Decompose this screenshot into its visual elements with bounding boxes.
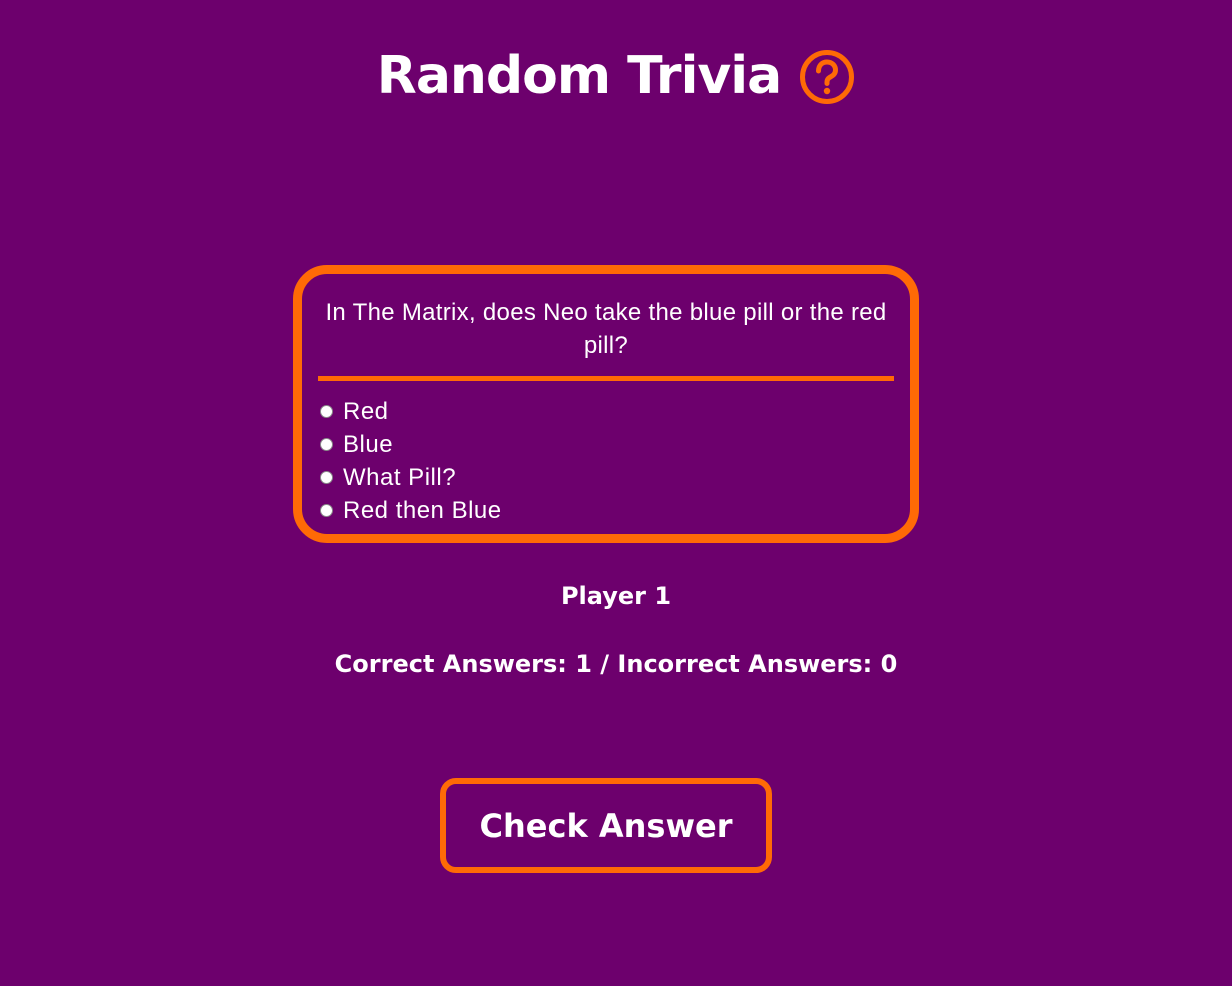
answer-option-red[interactable]: Red [318,395,894,428]
question-text: In The Matrix, does Neo take the blue pi… [325,299,887,359]
radio-button[interactable] [320,504,333,517]
answer-label: What Pill? [343,463,457,491]
check-answer-button[interactable]: Check Answer [440,778,772,873]
header: Random Trivia [0,44,1232,108]
answer-options: Red Blue What Pill? Red then Blue [318,395,894,527]
radio-button[interactable] [320,438,333,451]
divider [318,376,894,381]
question-circle-icon [800,50,855,104]
question-card: In The Matrix, does Neo take the blue pi… [293,265,919,543]
answer-label: Red then Blue [343,496,502,524]
help-button[interactable] [799,49,855,105]
radio-button[interactable] [320,471,333,484]
answer-option-what-pill[interactable]: What Pill? [318,461,894,494]
player-label: Player 1 [560,582,672,610]
answer-option-blue[interactable]: Blue [318,428,894,461]
trivia-page: Random Trivia In The Matrix, does Neo ta… [0,0,1232,986]
radio-button[interactable] [320,405,333,418]
score-summary: Correct Answers: 1 / Incorrect Answers: … [334,650,898,678]
page-title: Random Trivia [376,46,782,106]
answer-label: Red [343,397,389,425]
answer-label: Blue [343,430,394,458]
answer-option-red-then-blue[interactable]: Red then Blue [318,494,894,527]
